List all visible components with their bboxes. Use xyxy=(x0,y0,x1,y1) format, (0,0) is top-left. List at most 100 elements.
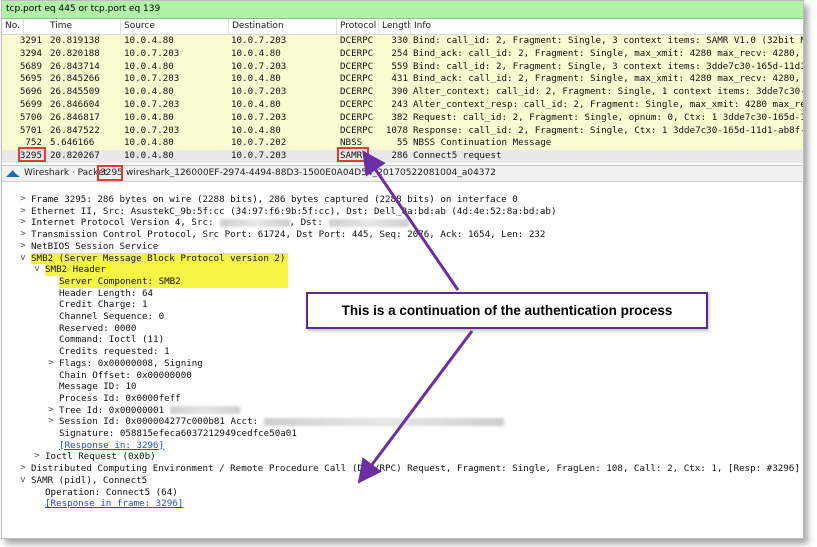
detail-tree-row[interactable]: v SMB2 (Server Message Block Protocol ver… xyxy=(2,252,803,265)
tree-expand-icon[interactable]: > xyxy=(18,194,28,206)
detail-tree-label: Process Id: 0x0000feff xyxy=(59,392,181,404)
detail-tree-row[interactable]: Operation: Connect5 (64) xyxy=(2,487,803,499)
detail-tree-row[interactable]: > Ioctl Request (0x0b) xyxy=(2,451,803,463)
detail-tree-row[interactable]: > Tree Id: 0x00000001 xyxy=(2,405,803,417)
detail-tree-label: SMB2 Header xyxy=(45,264,106,276)
protocol-highlight-box xyxy=(337,147,369,162)
detail-tree-label: Internet Protocol Version 4, Src: xyxy=(31,217,214,229)
tree-expand-icon[interactable]: > xyxy=(18,206,28,218)
packet-info: Bind: call_id: 2, Fragment: Single, 3 co… xyxy=(413,60,803,72)
tree-expand-icon[interactable]: > xyxy=(46,405,56,417)
column-time[interactable]: Time xyxy=(24,19,121,34)
detail-tree-row[interactable]: > NetBIOS Session Service xyxy=(2,241,803,253)
column-source[interactable]: Source xyxy=(121,19,229,34)
packet-row[interactable]: 5696 26.845509 10.0.4.80 10.0.7.203 DCERPC 39… xyxy=(2,86,803,99)
packet-row[interactable]: 3291 20.819138 10.0.4.80 10.0.7.203 DCERPC 33… xyxy=(2,35,803,48)
detail-tree-label: SMB2 (Server Message Block Protocol vers… xyxy=(31,252,286,264)
packet-length: 382 xyxy=(391,111,408,123)
packet-destination: 10.0.4.80 xyxy=(231,124,281,136)
packet-row[interactable]: 5700 26.846817 10.0.4.80 10.0.7.203 DCERPC 38… xyxy=(2,111,803,125)
tree-expand-icon[interactable]: > xyxy=(46,416,56,428)
tree-expand-icon[interactable]: > xyxy=(18,229,28,241)
packet-row[interactable]: 3294 20.820188 10.0.7.203 10.0.4.80 DCERPC 25… xyxy=(2,47,803,61)
column-no[interactable]: No. xyxy=(2,19,24,34)
detail-tree-label: Frame 3295: 286 bytes on wire (2288 bits… xyxy=(31,194,518,205)
detail-tree-row[interactable]: > Transmission Control Protocol, Src Port… xyxy=(2,229,803,241)
detail-tree-row[interactable]: Server Component: SMB2 xyxy=(2,275,803,288)
packet-destination: 10.0.7.203 xyxy=(231,35,287,46)
packet-info: Bind: call_id: 2, Fragment: Single, 3 co… xyxy=(413,35,803,46)
packet-row[interactable]: 5701 26.847522 10.0.7.203 10.0.4.80 DCERPC 10… xyxy=(2,124,803,138)
packet-length: 330 xyxy=(391,35,408,46)
detail-tree-label: , Dst: xyxy=(289,217,323,229)
packet-source: 10.0.4.80 xyxy=(124,60,174,72)
packet-time: 20.820188 xyxy=(50,47,100,59)
annotation-callout: This is a continuation of the authentica… xyxy=(306,292,708,329)
packet-detail-title: Wireshark · Packet 3295 wireshark_126000… xyxy=(2,165,803,182)
detail-tree-row[interactable]: > Flags: 0x00000008, Signing xyxy=(2,358,803,370)
display-filter-text[interactable]: tcp.port eq 445 or tcp.port eq 139 xyxy=(2,4,160,14)
packet-time: 26.845509 xyxy=(50,86,100,98)
detail-tree-row[interactable]: > Ethernet II, Src: AsustekC_9b:5f:cc (34… xyxy=(2,206,803,218)
packet-row[interactable]: 5699 26.846604 10.0.7.203 10.0.4.80 DCERPC 24… xyxy=(2,99,803,112)
detail-tree-row[interactable]: [Response in: 3296] xyxy=(2,440,803,452)
detail-tree-label: Flags: 0x00000008, Signing xyxy=(59,357,203,369)
detail-tree-row[interactable]: [Response in frame: 3296] xyxy=(2,498,803,510)
detail-tree-row[interactable]: > Distributed Computing Environment / Rem… xyxy=(2,463,803,475)
packet-destination: 10.0.7.203 xyxy=(231,60,287,72)
packet-time: 26.847522 xyxy=(50,124,100,136)
detail-tree-row[interactable]: Message ID: 10 xyxy=(2,381,803,393)
packet-info: Bind_ack: call_id: 2, Fragment: Single, … xyxy=(413,47,803,59)
packet-row[interactable]: 752 5.646166 10.0.4.80 10.0.7.202 NBSS 55 NBSS… xyxy=(2,137,803,151)
detail-tree-row[interactable]: > Internet Protocol Version 4, Src: , Dst: xyxy=(2,217,803,229)
detail-tree-row[interactable]: v SMB2 Header xyxy=(2,264,803,276)
packet-source: 10.0.4.80 xyxy=(124,150,174,162)
packet-time: 20.820267 xyxy=(50,150,100,162)
detail-tree-row[interactable]: > Session Id: 0x000004277c000b81 Acct: xyxy=(2,416,803,428)
packet-length: 55 xyxy=(396,137,408,149)
detail-tree-row[interactable]: Chain Offset: 0x00000000 xyxy=(2,370,803,382)
detail-tree-row[interactable]: v SAMR (pidl), Connect5 xyxy=(2,475,803,487)
detail-tree-link[interactable]: [Response in frame: 3296] xyxy=(45,498,183,509)
packet-source: 10.0.4.80 xyxy=(124,35,174,46)
detail-tree-row[interactable]: > Frame 3295: 286 bytes on wire (2288 bit… xyxy=(2,194,803,206)
column-protocol[interactable]: Protocol xyxy=(337,19,379,34)
detail-tree-row[interactable]: Command: Ioctl (11) xyxy=(2,334,803,346)
detail-tree-label: Reserved: 0000 xyxy=(59,322,137,334)
tree-collapse-icon[interactable]: v xyxy=(32,264,42,276)
tree-collapse-icon[interactable]: v xyxy=(18,253,28,265)
packet-info: Connect5 request xyxy=(413,150,502,162)
detail-tree-row[interactable]: Process Id: 0x0000feff xyxy=(2,393,803,405)
packet-row[interactable]: 5689 26.843714 10.0.4.80 10.0.7.203 DCERPC 55… xyxy=(2,60,803,74)
wireshark-window: tcp.port eq 445 or tcp.port eq 139 No. T… xyxy=(1,0,804,539)
column-length[interactable]: Length xyxy=(379,19,411,34)
redacted-value xyxy=(219,218,290,227)
tree-expand-icon[interactable]: > xyxy=(32,451,42,463)
packet-destination: 10.0.4.80 xyxy=(231,99,281,110)
detail-tree-label: SAMR (pidl), Connect5 xyxy=(31,474,148,486)
tree-expand-icon[interactable]: > xyxy=(18,241,28,253)
detail-tree-link[interactable]: [Response in: 3296] xyxy=(59,440,164,451)
detail-tree-label: Channel Sequence: 0 xyxy=(59,311,165,322)
packet-source: 10.0.4.80 xyxy=(124,137,174,149)
detail-tree-row[interactable]: Signature: 058815efeca6037212949cedfce50… xyxy=(2,428,803,440)
column-destination[interactable]: Destination xyxy=(229,19,337,34)
packet-protocol: DCERPC xyxy=(340,111,374,123)
packet-row[interactable]: 5695 26.845266 10.0.7.203 10.0.4.80 DCERPC 43… xyxy=(2,73,803,87)
tree-collapse-icon[interactable]: v xyxy=(18,475,28,487)
packet-detail-tree: > Frame 3295: 286 bytes on wire (2288 bit… xyxy=(2,194,803,538)
packet-row[interactable]: 3295 20.820267 10.0.4.80 10.0.7.203 SAMR 286 C… xyxy=(2,150,803,163)
display-filter-bar[interactable]: tcp.port eq 445 or tcp.port eq 139 xyxy=(2,1,803,19)
packet-length: 286 xyxy=(391,150,408,162)
packet-source: 10.0.4.80 xyxy=(124,111,174,123)
packet-protocol: DCERPC xyxy=(340,99,374,110)
tree-expand-icon[interactable]: > xyxy=(18,217,28,229)
detail-tree-label: Server Component: SMB2 xyxy=(59,275,181,287)
detail-tree-label: Tree Id: 0x00000001 xyxy=(59,404,165,416)
column-info[interactable]: Info xyxy=(411,19,803,34)
tree-expand-icon[interactable]: > xyxy=(46,358,56,370)
redacted-value xyxy=(328,218,409,227)
tree-expand-icon[interactable]: > xyxy=(18,463,28,475)
detail-tree-row[interactable]: Credits requested: 1 xyxy=(2,346,803,358)
packet-no: 5701 xyxy=(19,124,42,136)
